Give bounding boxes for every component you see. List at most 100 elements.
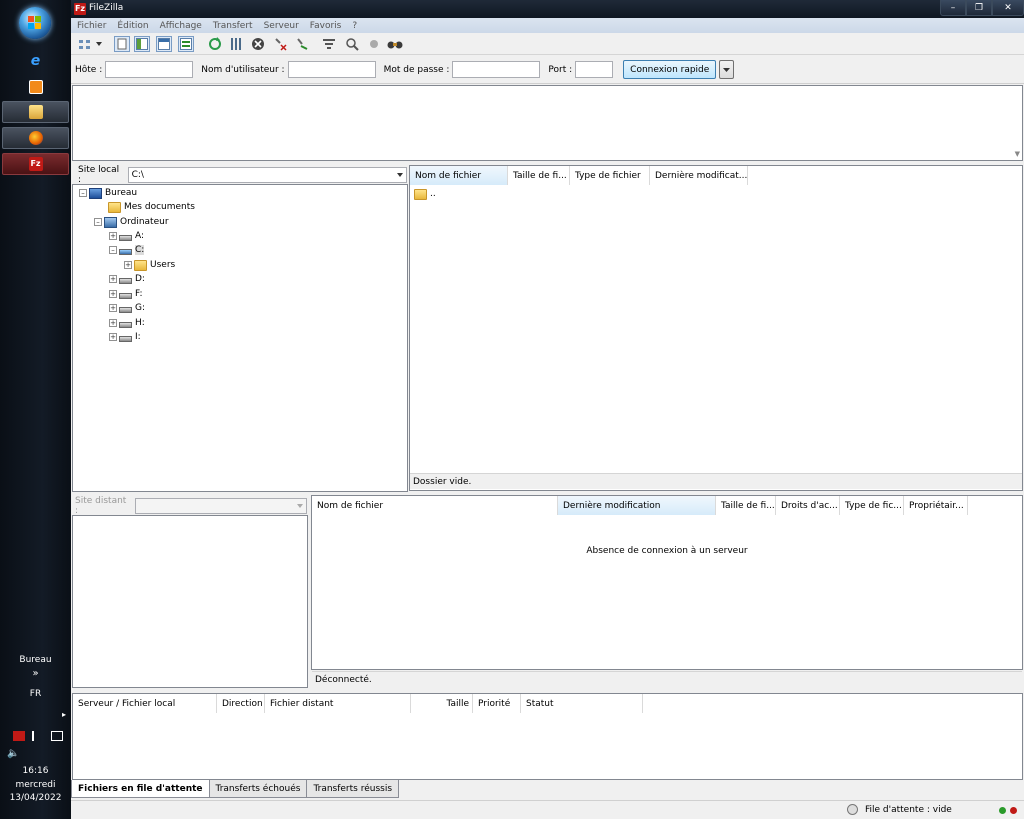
language-indicator[interactable]: FR	[0, 689, 71, 699]
remote-site-bar: Site distant :	[75, 496, 307, 516]
reconnect-icon[interactable]	[294, 36, 310, 52]
col-remote-type[interactable]: Type de fic...	[840, 496, 904, 515]
show-hidden-icons-arrow[interactable]: ▸	[26, 710, 66, 719]
col-local-modified[interactable]: Dernière modificat...	[650, 166, 748, 185]
tree-item-drive-c[interactable]: – C:	[109, 243, 145, 257]
col-queue-size[interactable]: Taille	[411, 694, 473, 713]
action-center-flag-icon[interactable]	[32, 731, 44, 741]
host-input[interactable]	[105, 61, 194, 78]
col-local-size[interactable]: Taille de fi...	[508, 166, 570, 185]
refresh-icon[interactable]	[207, 36, 223, 52]
start-button[interactable]	[19, 7, 51, 39]
taskbar-firefox[interactable]	[2, 127, 69, 149]
remote-tree[interactable]	[72, 515, 308, 688]
process-queue-icon[interactable]	[229, 36, 245, 52]
maximize-button[interactable]: ❐	[966, 0, 992, 16]
col-local-filename[interactable]: Nom de fichier	[410, 166, 508, 185]
local-file-list[interactable]: Nom de fichier Taille de fi... Type de f…	[409, 165, 1023, 491]
clock-date[interactable]: 13/04/2022	[0, 793, 71, 803]
sync-browsing-icon[interactable]	[366, 36, 382, 52]
menu-transfert[interactable]: Transfert	[213, 21, 253, 31]
col-queue-priority[interactable]: Priorité	[473, 694, 521, 713]
password-input[interactable]	[452, 61, 541, 78]
display-icon[interactable]	[51, 731, 63, 741]
port-input[interactable]	[575, 61, 614, 78]
tree-item-label: D:	[135, 274, 145, 284]
list-item-parent-dir[interactable]: ..	[414, 187, 436, 201]
chevron-down-icon	[397, 173, 403, 177]
taskbar-ie[interactable]: e	[2, 50, 69, 72]
local-path-combo[interactable]: C:\	[127, 167, 407, 183]
cancel-operation-icon[interactable]	[250, 36, 266, 52]
username-input[interactable]	[287, 61, 376, 78]
remote-path-combo[interactable]	[134, 498, 307, 514]
menu-fichier[interactable]: Fichier	[77, 21, 106, 31]
local-site-label: Site local :	[78, 165, 120, 185]
tree-item-users[interactable]: + Users	[124, 258, 175, 272]
tab-successful-transfers[interactable]: Transferts réussis	[306, 780, 400, 798]
col-queue-status[interactable]: Statut	[521, 694, 643, 713]
network-icon[interactable]	[13, 731, 25, 741]
toolbar-chevron-icon[interactable]: »	[0, 668, 71, 679]
menu-affichage[interactable]: Affichage	[160, 21, 202, 31]
col-local-type[interactable]: Type de fichier	[570, 166, 650, 185]
tree-item-drive-g[interactable]: + G:	[109, 301, 145, 315]
col-queue-remote[interactable]: Fichier distant	[265, 694, 411, 713]
remote-file-list[interactable]: Nom de fichier Dernière modification Tai…	[311, 495, 1023, 670]
col-remote-rights[interactable]: Droits d'ac...	[776, 496, 840, 515]
menu-favoris[interactable]: Favoris	[310, 21, 342, 31]
clock-day[interactable]: mercredi	[0, 780, 71, 790]
tree-item-drive-f[interactable]: + F:	[109, 287, 143, 301]
title-bar[interactable]: Fz FileZilla – ❐ ✕	[71, 0, 1024, 18]
tree-item-label: G:	[135, 303, 146, 313]
tree-item-ordinateur[interactable]: – Ordinateur	[94, 215, 169, 229]
toggle-log-icon[interactable]	[114, 36, 130, 52]
app-icon[interactable]: Fz	[74, 3, 86, 15]
taskbar-media-player[interactable]	[2, 76, 69, 98]
quickconnect-history-dropdown[interactable]	[719, 60, 735, 79]
tree-item-drive-h[interactable]: + H:	[109, 316, 145, 330]
volume-icon[interactable]: 🔈	[0, 748, 49, 759]
site-manager-icon[interactable]	[77, 36, 93, 52]
site-manager-dropdown-icon[interactable]	[94, 36, 104, 52]
local-tree[interactable]: – Bureau Mes documents – Ordinateur + A: – C…	[72, 184, 408, 492]
toggle-remote-tree-icon[interactable]	[156, 36, 172, 52]
message-log[interactable]: ▼	[72, 85, 1023, 161]
tree-item-label: I:	[135, 332, 141, 342]
quickconnect-button[interactable]: Connexion rapide	[623, 60, 717, 79]
tree-item-mes-documents[interactable]: Mes documents	[108, 200, 195, 214]
drive-icon	[119, 307, 132, 313]
transfer-queue[interactable]: Serveur / Fichier local Direction Fichie…	[72, 693, 1023, 780]
tree-item-drive-d[interactable]: + D:	[109, 272, 145, 286]
drive-icon	[119, 322, 132, 328]
clock-time[interactable]: 16:16	[0, 766, 71, 776]
disconnect-icon[interactable]	[273, 36, 289, 52]
search-files-icon[interactable]	[387, 36, 403, 52]
taskbar-explorer[interactable]	[2, 101, 69, 123]
tree-item-drive-i[interactable]: + I:	[109, 330, 141, 344]
toolbar	[71, 33, 1024, 55]
toggle-queue-icon[interactable]	[178, 36, 194, 52]
menu-serveur[interactable]: Serveur	[264, 21, 299, 31]
desktop-toolbar-label[interactable]: Bureau	[0, 655, 71, 665]
tab-queued-files[interactable]: Fichiers en file d'attente	[71, 780, 210, 798]
compare-directories-icon[interactable]	[344, 36, 360, 52]
col-queue-local[interactable]: Serveur / Fichier local	[73, 694, 217, 713]
directory-listing-filters-icon[interactable]	[321, 36, 337, 52]
scroll-down-arrow-icon[interactable]: ▼	[1015, 150, 1020, 158]
drive-icon	[119, 293, 132, 299]
toggle-local-tree-icon[interactable]	[134, 36, 150, 52]
tree-item-drive-a[interactable]: + A:	[109, 229, 144, 243]
tab-failed-transfers[interactable]: Transferts échoués	[208, 780, 308, 798]
tree-item-bureau[interactable]: – Bureau	[79, 186, 137, 200]
col-remote-modified[interactable]: Dernière modification	[558, 496, 716, 515]
col-remote-filename[interactable]: Nom de fichier	[312, 496, 558, 515]
minimize-button[interactable]: –	[940, 0, 966, 16]
col-remote-owner[interactable]: Propriétair...	[904, 496, 968, 515]
col-remote-size[interactable]: Taille de fi...	[716, 496, 776, 515]
menu-edition[interactable]: Édition	[117, 21, 148, 31]
col-queue-direction[interactable]: Direction	[217, 694, 265, 713]
taskbar-filezilla[interactable]: Fz	[2, 153, 69, 175]
menu-help[interactable]: ?	[352, 21, 357, 31]
close-button[interactable]: ✕	[992, 0, 1024, 16]
